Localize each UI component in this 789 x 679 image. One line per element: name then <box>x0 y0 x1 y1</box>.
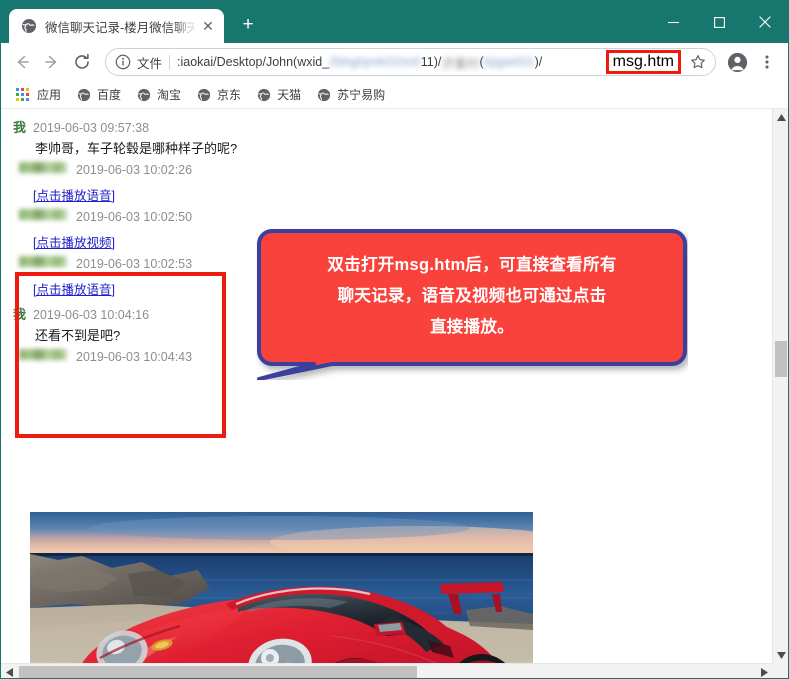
chat-image-attachment[interactable]: S GO <box>30 512 533 663</box>
forward-button[interactable] <box>37 47 67 77</box>
scrollbar-corner <box>772 663 788 679</box>
message-sender: 我 <box>13 304 26 323</box>
play-voice-link[interactable]: [点击播放语音] <box>33 189 115 203</box>
tab-strip: 微信聊天记录-楼月微信聊天记录 ✕ + <box>1 1 262 43</box>
message-timestamp: 2019-06-03 10:02:50 <box>76 210 192 224</box>
url-redacted-folder: 济重村 <box>441 53 479 72</box>
close-icon[interactable]: ✕ <box>198 16 218 36</box>
bookmark-item-tmall[interactable]: 天猫 <box>250 84 308 106</box>
bookmark-item-baidu[interactable]: 百度 <box>70 84 128 106</box>
url-text[interactable]: :iaokai/Desktop/John(wxid_2bhghjmk01hn01… <box>177 53 605 72</box>
message-sender-redacted <box>19 209 67 220</box>
url-mid-1: 11)/ <box>421 55 442 69</box>
bookmark-label: 淘宝 <box>157 86 181 103</box>
bookmark-label: 百度 <box>97 86 121 103</box>
url-prefix: :iaokai/Desktop/John(wxid_ <box>177 55 329 69</box>
bookmark-label: 应用 <box>37 86 61 103</box>
horizontal-scrollbar-thumb[interactable] <box>19 666 417 678</box>
new-tab-button[interactable]: + <box>234 11 262 39</box>
globe-icon <box>317 88 331 102</box>
bookmark-star-icon[interactable] <box>685 49 711 75</box>
message-header: 2019-06-03 10:02:26 <box>13 163 772 183</box>
message-timestamp: 2019-06-03 10:02:53 <box>76 257 192 271</box>
annotation-callout-bubble: 双击打开msg.htm后，可直接查看所有 聊天记录，语音及视频也可通过点击 直接… <box>256 228 688 380</box>
message-sender: 我 <box>13 117 26 136</box>
maximize-button[interactable] <box>696 6 742 38</box>
window-controls <box>650 1 788 43</box>
message-sender-redacted <box>19 256 67 267</box>
scroll-up-arrow-icon[interactable] <box>773 109 788 125</box>
globe-icon <box>21 18 37 34</box>
message-timestamp: 2019-06-03 09:57:38 <box>33 121 149 135</box>
globe-icon <box>77 88 91 102</box>
globe-icon <box>197 88 211 102</box>
browser-window: 微信聊天记录-楼月微信聊天记录 ✕ + <box>0 0 789 679</box>
message-header: 我 2019-06-03 09:57:38 <box>13 117 772 137</box>
three-dot-menu-icon[interactable] <box>752 47 782 77</box>
minimize-button[interactable] <box>650 6 696 38</box>
play-voice-link[interactable]: [点击播放语音] <box>33 283 115 297</box>
info-circle-icon[interactable] <box>114 53 132 71</box>
globe-icon <box>257 88 271 102</box>
url-redacted-id: hjigw001 <box>484 55 535 69</box>
bookmark-item-apps[interactable]: 应用 <box>9 84 68 106</box>
globe-icon <box>137 88 151 102</box>
profile-avatar-button[interactable] <box>722 47 752 77</box>
url-mid-3: )/ <box>535 55 543 69</box>
bookmark-item-suning[interactable]: 苏宁易购 <box>310 84 392 106</box>
bookmarks-bar: 应用 百度 淘宝 京东 天猫 <box>1 81 788 109</box>
bookmark-label: 京东 <box>217 86 241 103</box>
tab-title: 微信聊天记录-楼月微信聊天记录 <box>45 17 198 36</box>
message-sender-redacted <box>19 162 67 173</box>
url-scheme-label: 文件 <box>137 53 162 72</box>
play-video-link[interactable]: [点击播放视频] <box>33 236 115 250</box>
apps-grid-icon <box>16 88 30 102</box>
message-text: 李帅哥，车子轮毂是哪种样子的呢? <box>13 138 772 160</box>
scroll-right-arrow-icon[interactable] <box>756 664 772 679</box>
url-redacted-wxid: 2bhghjmk01hn0 <box>329 55 421 69</box>
bookmark-label: 苏宁易购 <box>337 86 385 103</box>
reload-button[interactable] <box>67 47 97 77</box>
browser-tab-active[interactable]: 微信聊天记录-楼月微信聊天记录 ✕ <box>9 9 224 43</box>
bookmark-item-taobao[interactable]: 淘宝 <box>130 84 188 106</box>
close-button[interactable] <box>742 6 788 38</box>
url-filename-highlight: msg.htm <box>606 50 681 74</box>
page-viewport: 我 2019-06-03 09:57:38 李帅哥，车子轮毂是哪种样子的呢? 2… <box>1 109 788 679</box>
message-timestamp: 2019-06-03 10:04:43 <box>76 350 192 364</box>
back-button[interactable] <box>7 47 37 77</box>
scroll-left-arrow-icon[interactable] <box>1 664 17 679</box>
horizontal-scrollbar[interactable] <box>1 663 772 679</box>
bookmark-label: 天猫 <box>277 86 301 103</box>
message-timestamp: 2019-06-03 10:04:16 <box>33 308 149 322</box>
chat-log-document: 我 2019-06-03 09:57:38 李帅哥，车子轮毂是哪种样子的呢? 2… <box>1 109 772 663</box>
scroll-down-arrow-icon[interactable] <box>773 647 788 663</box>
chat-message: 我 2019-06-03 09:57:38 李帅哥，车子轮毂是哪种样子的呢? <box>13 117 772 160</box>
vertical-scrollbar[interactable] <box>772 109 788 663</box>
browser-toolbar: 文件 :iaokai/Desktop/John(wxid_2bhghjmk01h… <box>1 43 788 81</box>
url-scheme-separator <box>169 55 170 70</box>
message-header: 2019-06-03 10:02:50 <box>13 210 772 230</box>
browser-title-bar: 微信聊天记录-楼月微信聊天记录 ✕ + <box>1 1 788 43</box>
chat-message: 2019-06-03 10:02:26 [点击播放语音] <box>13 163 772 208</box>
vertical-scrollbar-thumb[interactable] <box>775 341 787 377</box>
address-bar[interactable]: 文件 :iaokai/Desktop/John(wxid_2bhghjmk01h… <box>105 48 716 76</box>
bookmark-item-jd[interactable]: 京东 <box>190 84 248 106</box>
message-sender-redacted <box>19 349 67 360</box>
message-media-link: [点击播放语音] <box>13 184 772 208</box>
message-timestamp: 2019-06-03 10:02:26 <box>76 163 192 177</box>
